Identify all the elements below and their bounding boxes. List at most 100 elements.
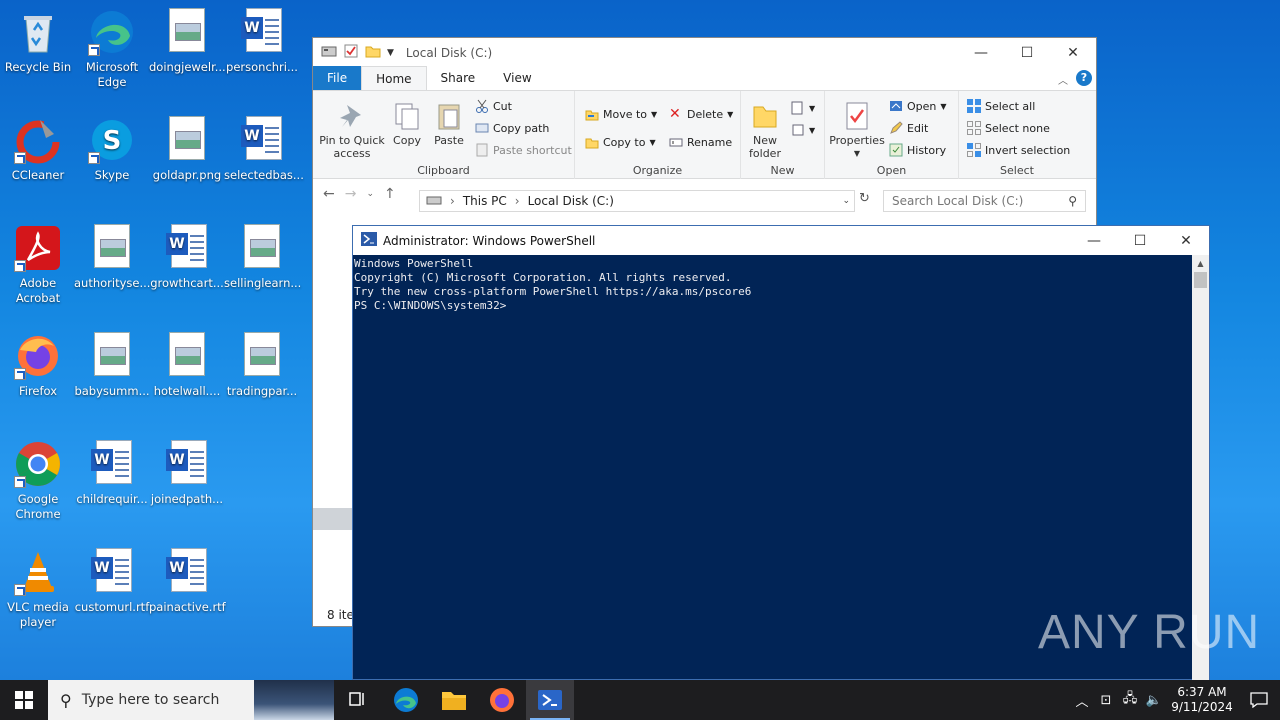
- console-output[interactable]: Windows PowerShell Copyright (C) Microsof…: [353, 255, 1209, 315]
- copy-button[interactable]: Copy: [387, 101, 427, 147]
- help-icon[interactable]: ?: [1076, 70, 1092, 86]
- new-folder-icon: [750, 101, 780, 131]
- show-hidden-icons-icon[interactable]: ︿: [1070, 691, 1094, 710]
- properties-button[interactable]: Properties ▼: [829, 101, 885, 160]
- desktop-icon-image-file[interactable]: tradingpar...: [224, 332, 300, 399]
- desktop-icon-image-file[interactable]: hotelwall....: [149, 332, 225, 399]
- close-button[interactable]: ✕: [1050, 38, 1096, 67]
- quick-access-dropdown-icon[interactable]: ▼: [387, 48, 394, 58]
- scroll-up-icon[interactable]: ▲: [1192, 255, 1209, 272]
- breadcrumb-local-disk[interactable]: Local Disk (C:): [528, 194, 614, 208]
- maximize-button[interactable]: ☐: [1004, 38, 1050, 67]
- refresh-icon[interactable]: ↻: [859, 191, 870, 206]
- new-folder-quick-icon[interactable]: [365, 43, 381, 62]
- desktop-icon-label: VLC media player: [7, 600, 69, 629]
- notifications-button[interactable]: [1238, 680, 1280, 720]
- desktop-icon-google-chrome[interactable]: Google Chrome: [0, 440, 76, 522]
- delete-button[interactable]: ✕ Delete ▼: [669, 107, 733, 121]
- new-item-button[interactable]: ▼: [791, 101, 815, 115]
- desktop-icon-vlc[interactable]: VLC media player: [0, 548, 76, 630]
- desktop-icon-word-doc[interactable]: W painactive.rtf: [149, 548, 226, 615]
- search-box[interactable]: Search Local Disk (C:) ⚲: [883, 190, 1086, 212]
- maximize-button[interactable]: ☐: [1117, 226, 1163, 255]
- select-all-button[interactable]: Select all: [967, 99, 1035, 113]
- paste-label: Paste: [434, 134, 464, 147]
- desktop-icon-recycle-bin[interactable]: Recycle Bin: [0, 8, 76, 75]
- minimize-button[interactable]: —: [958, 38, 1004, 67]
- nav-pane-selected-item[interactable]: [313, 508, 353, 530]
- move-to-button[interactable]: Move to ▼: [585, 107, 657, 121]
- copy-label: Copy: [393, 134, 421, 147]
- minimize-button[interactable]: —: [1071, 226, 1117, 255]
- forward-arrow-icon[interactable]: →: [345, 186, 357, 202]
- back-arrow-icon[interactable]: ←: [323, 186, 335, 202]
- meet-now-icon[interactable]: ⊡: [1094, 693, 1118, 708]
- tab-share[interactable]: Share: [427, 66, 490, 90]
- invert-selection-label: Invert selection: [985, 143, 1071, 157]
- open-button[interactable]: Open ▼: [889, 99, 947, 113]
- address-bar[interactable]: › This PC › Local Disk (C:) ⌄: [419, 190, 855, 212]
- taskbar-edge[interactable]: [382, 680, 430, 720]
- select-none-button[interactable]: Select none: [967, 121, 1050, 135]
- desktop-icon-image-file[interactable]: authorityse...: [74, 224, 150, 291]
- taskbar-firefox[interactable]: [478, 680, 526, 720]
- task-view-button[interactable]: [334, 680, 382, 720]
- desktop-icon-word-doc[interactable]: W customurl.rtf: [74, 548, 150, 615]
- up-arrow-icon[interactable]: ↑: [384, 186, 396, 202]
- desktop-icon-label: CCleaner: [11, 168, 65, 182]
- taskbar-search[interactable]: ⚲ Type here to search: [48, 680, 334, 720]
- desktop-icon-word-doc[interactable]: W childrequir...: [74, 440, 150, 507]
- copy-to-button[interactable]: Copy to ▼: [585, 135, 656, 149]
- properties-quick-icon[interactable]: [343, 43, 359, 62]
- taskbar-file-explorer[interactable]: [430, 680, 478, 720]
- desktop-icon-ccleaner[interactable]: CCleaner: [0, 116, 76, 183]
- breadcrumb-this-pc[interactable]: This PC: [463, 194, 507, 208]
- tab-view[interactable]: View: [489, 66, 545, 90]
- network-icon[interactable]: 🖧: [1118, 689, 1142, 711]
- clock[interactable]: 6:37 AM 9/11/2024: [1166, 685, 1238, 715]
- rename-button[interactable]: Rename: [669, 135, 732, 149]
- desktop-icon-image-file[interactable]: sellinglearn...: [224, 224, 301, 291]
- desktop-icon-adobe-acrobat[interactable]: Adobe Acrobat: [0, 224, 76, 306]
- desktop-icon-word-doc[interactable]: W selectedbas...: [224, 116, 304, 183]
- word-doc-icon: W: [163, 548, 211, 596]
- desktop-icon-word-doc[interactable]: W personchri...: [224, 8, 300, 75]
- desktop-icon-skype[interactable]: S Skype: [74, 116, 150, 183]
- history-button[interactable]: History: [889, 143, 946, 157]
- desktop-icon-word-doc[interactable]: W joinedpath...: [149, 440, 225, 507]
- recycle-bin-icon: [14, 8, 62, 56]
- paste-shortcut-label: Paste shortcut: [493, 143, 572, 157]
- folder-icon: [442, 692, 466, 710]
- paste-shortcut-button[interactable]: Paste shortcut: [475, 143, 572, 157]
- cut-button[interactable]: Cut: [475, 99, 512, 113]
- desktop-icon-edge[interactable]: Microsoft Edge: [74, 8, 150, 90]
- desktop-icon-word-doc[interactable]: W growthcart...: [149, 224, 225, 291]
- copy-path-button[interactable]: Copy path: [475, 121, 549, 135]
- address-dropdown-icon[interactable]: ⌄: [842, 196, 850, 206]
- close-button[interactable]: ✕: [1163, 226, 1209, 255]
- image-file-icon: [163, 116, 211, 164]
- desktop-icon-image-file[interactable]: babysumm...: [74, 332, 150, 399]
- edit-button[interactable]: Edit: [889, 121, 928, 135]
- delete-label: Delete: [687, 107, 724, 121]
- new-folder-button[interactable]: New folder: [745, 101, 785, 160]
- clock-date: 9/11/2024: [1171, 700, 1233, 714]
- taskbar-powershell[interactable]: [526, 680, 574, 720]
- start-button[interactable]: [0, 680, 48, 720]
- desktop-icon-label: Adobe Acrobat: [15, 276, 61, 305]
- volume-icon[interactable]: 🔈: [1142, 693, 1166, 708]
- select-none-label: Select none: [985, 121, 1050, 135]
- recent-locations-icon[interactable]: ⌄: [366, 189, 374, 199]
- collapse-ribbon-icon[interactable]: ︿: [1058, 72, 1068, 87]
- pin-quick-access-button[interactable]: Pin to Quick access: [319, 101, 385, 160]
- scroll-thumb[interactable]: [1194, 272, 1207, 288]
- tab-home[interactable]: Home: [361, 66, 427, 90]
- desktop-icon-firefox[interactable]: Firefox: [0, 332, 76, 399]
- tab-file[interactable]: File: [313, 66, 362, 90]
- easy-access-button[interactable]: ▼: [791, 123, 815, 137]
- invert-selection-button[interactable]: Invert selection: [967, 143, 1070, 157]
- desktop-icon-image-file[interactable]: goldapr.png: [149, 116, 225, 183]
- paste-button[interactable]: Paste: [429, 101, 469, 147]
- desktop-icon-image-file[interactable]: doingjewelr...: [149, 8, 226, 75]
- select-all-label: Select all: [985, 99, 1036, 113]
